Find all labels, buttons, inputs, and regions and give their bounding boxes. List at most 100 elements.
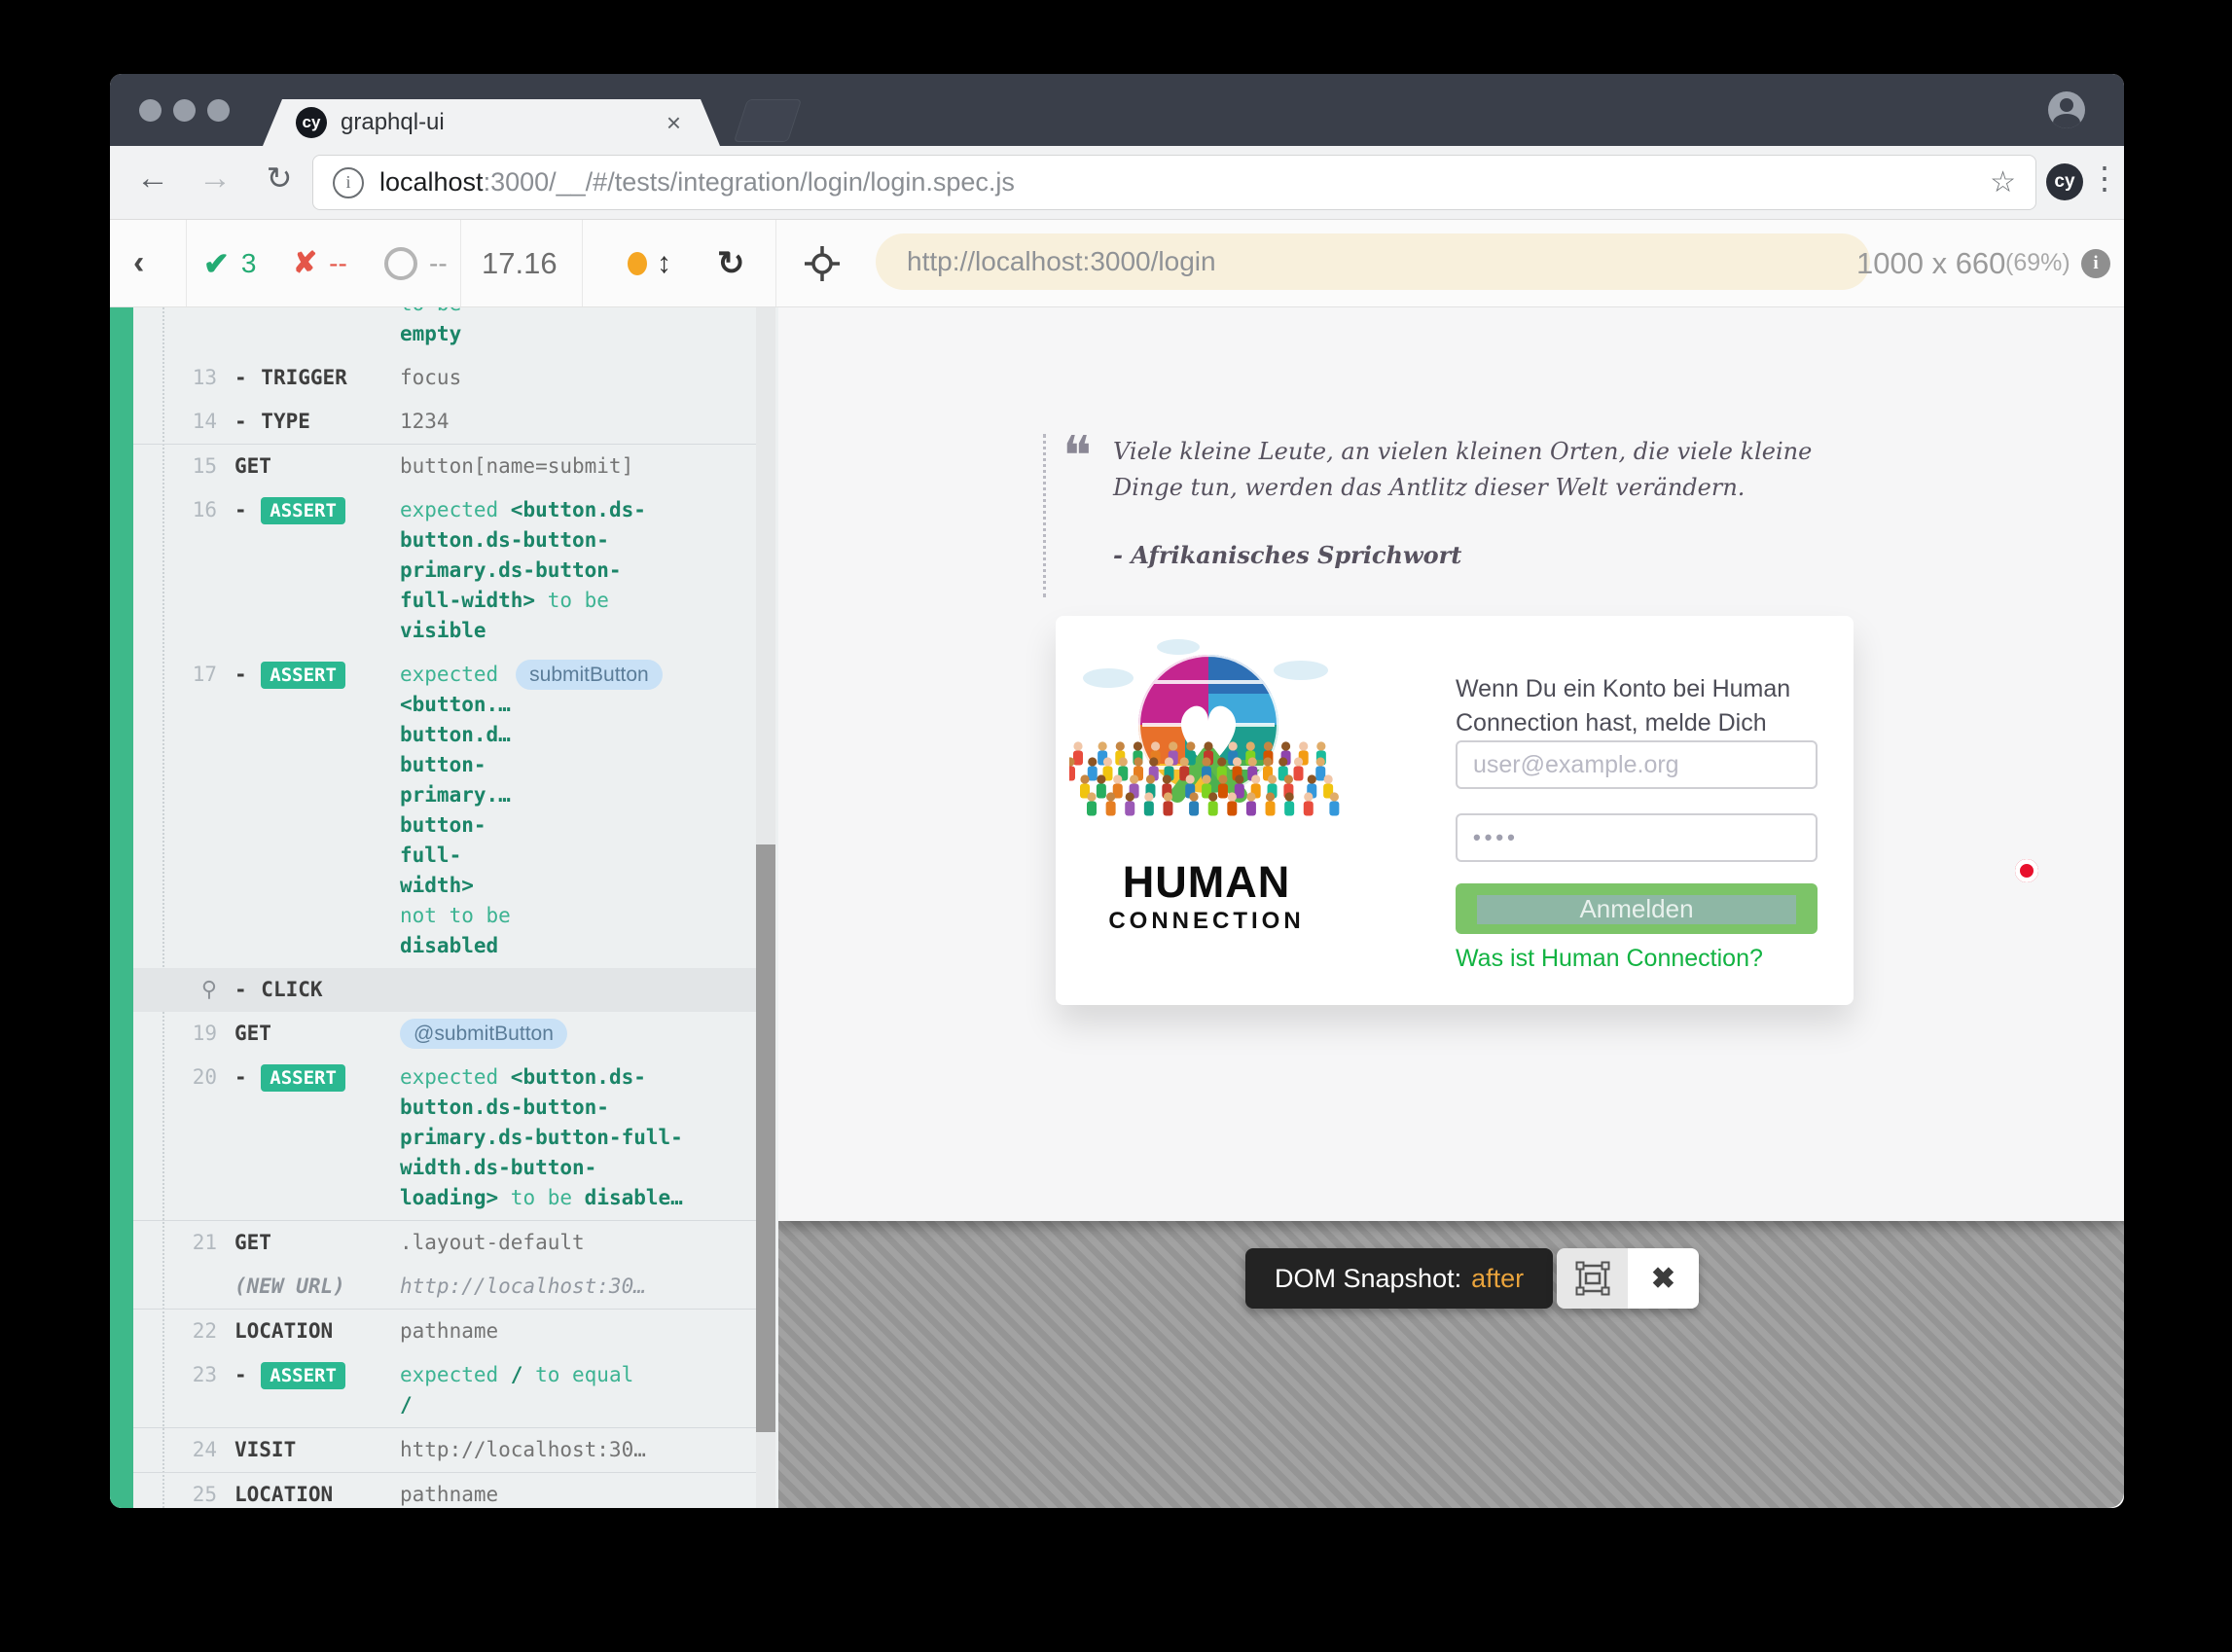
log-message: button[name=submit] [400,451,756,482]
quote-author: - Afrikanisches Sprichwort [1113,541,1461,569]
log-message-part: pathname [400,1319,498,1343]
alias-pill[interactable]: submitButton [516,660,663,690]
bookmark-star-icon[interactable]: ☆ [1990,165,2016,199]
log-command: GET [234,1228,400,1258]
quote-dotted-border [1043,434,1046,597]
snapshot-state: after [1471,1264,1524,1294]
app-url-field[interactable]: http://localhost:3000/login [876,233,1870,290]
app-preview-region: ❝ Viele kleine Leute, an vielen kleinen … [778,307,2124,1508]
log-command: LOCATION [234,1316,400,1347]
log-message-part: visible [400,619,486,642]
log-message-part: full-width> [400,589,535,612]
log-row[interactable]: 23- ASSERTexpected / to equal/ [133,1353,756,1428]
log-row[interactable]: 21GET.layout-default [133,1221,756,1265]
log-row[interactable]: (NEW URL)http://localhost:30… [133,1265,756,1310]
browser-menu-icon[interactable]: ⋮ [2089,160,2116,197]
log-row-number: 13 [133,363,234,393]
log-command: - ASSERT [234,1360,400,1390]
traffic-light-zoom[interactable] [207,99,230,122]
assert-badge: ASSERT [261,662,345,689]
log-row[interactable]: 14- TYPE1234 [133,400,756,445]
login-form: Wenn Du ein Konto bei Human Connection h… [1456,616,1818,1005]
log-message-part: not to be [400,904,511,927]
log-message-part: primary.… [400,783,511,807]
selector-playground-icon[interactable] [803,220,842,306]
collapse-panel-icon[interactable]: ‹ [133,220,144,306]
log-row[interactable]: ⚲- CLICK [133,968,756,1012]
log-command: - ASSERT [234,1062,400,1093]
password-input[interactable] [1456,813,1818,862]
rerun-tests-icon[interactable]: ↻ [717,220,745,306]
log-message-part: <button.ds- [511,1065,646,1089]
snapshot-label: DOM Snapshot: [1275,1264,1461,1294]
log-row[interactable]: 19GET@submitButton [133,1012,756,1056]
snapshot-close-button[interactable]: ✖ [1628,1248,1699,1309]
quote-text: Viele kleine Leute, an vielen kleinen Or… [1113,434,1841,506]
close-tab-icon[interactable]: × [661,108,687,137]
cypress-extension-icon[interactable]: cy [2046,163,2083,200]
log-message-part: button- [400,753,486,776]
browser-tab[interactable]: cy graphql-ui × [263,99,720,146]
log-row-number: 16 [133,495,234,525]
browser-reload-icon[interactable]: ↻ [258,160,301,197]
log-message-part: <button.ds- [511,498,646,521]
page-info-icon[interactable]: i [333,167,364,198]
log-message-part: expected [400,1363,511,1386]
log-message-part: width.ds-button- [400,1156,596,1179]
traffic-light-close[interactable] [139,99,162,122]
app-iframe: ❝ Viele kleine Leute, an vielen kleinen … [778,307,2124,1221]
scroll-arrow-icon: ↕ [657,247,671,280]
log-row-number: 25 [133,1480,234,1508]
log-row[interactable]: 22LOCATIONpathname [133,1310,756,1353]
alias-pill[interactable]: @submitButton [400,1019,567,1049]
browser-titlebar: cy graphql-ui × [110,74,2124,146]
log-row[interactable]: 16- ASSERTexpected <button.ds-button.ds-… [133,488,756,653]
back-icon[interactable]: ← [131,160,174,198]
viewport-size: 1000 x 660 [1856,220,2005,306]
new-tab-button[interactable] [734,99,802,142]
traffic-light-minimize[interactable] [173,99,196,122]
log-row[interactable]: 20- ASSERTexpected <button.ds-button.ds-… [133,1056,756,1221]
screenshot-canvas: cy graphql-ui × ← → ↻ i localhost:3000/_… [0,0,2232,1652]
human-connection-logo [1069,631,1348,851]
log-row-number: 20 [133,1062,234,1093]
submit-button[interactable]: Anmelden [1456,883,1818,934]
log-message-part: to be [400,307,461,315]
log-row[interactable]: 15GETbutton[name=submit] [133,445,756,488]
login-card: HUMAN CONNECTION Wenn Du ein Konto bei H… [1056,616,1854,1005]
cross-icon: ✘ [293,246,317,280]
viewport-info-icon[interactable]: i [2081,220,2110,306]
test-duration: 17.16 [482,220,558,306]
log-row[interactable]: to be empty [133,307,756,356]
log-message-part: to equal [522,1363,633,1386]
log-message: @submitButton [400,1019,756,1049]
log-row-number: 14 [133,407,234,437]
address-bar[interactable]: i localhost:3000/__/#/tests/integration/… [312,155,2036,210]
profile-avatar-icon[interactable] [2048,91,2085,128]
email-input[interactable] [1456,740,1818,789]
log-message: expected <button.ds-button.ds-button-pri… [400,1062,756,1213]
log-message-part: disabled [400,934,498,957]
submit-button-label: Anmelden [1456,883,1818,934]
cypress-toolbar: ‹ ✔3 ✘-- -- 17.16 ↕ ↻ http://localhost:3… [110,220,2124,307]
autoscroll-control[interactable]: ↕ [628,220,671,306]
log-row[interactable]: 24VISIThttp://localhost:30… [133,1428,756,1473]
snapshot-highlight-button[interactable] [1557,1248,1628,1309]
log-message-part: to be [535,589,609,612]
log-row[interactable]: 25LOCATIONpathname [133,1473,756,1508]
log-message: pathname [400,1480,756,1508]
what-is-link[interactable]: Was ist Human Connection? [1456,945,1763,973]
log-message-part: http://localhost:30… [400,1275,646,1298]
log-message-part: empty [400,322,461,345]
assert-badge: ASSERT [261,1362,345,1389]
log-message-part: expected [400,663,498,686]
log-command: - TYPE [234,407,400,437]
log-scrollbar-thumb[interactable] [756,844,775,1432]
forward-icon: → [194,160,236,198]
command-log-panel: to be empty 13- TRIGGERfocus14- TYPE123415… [110,307,778,1508]
log-row[interactable]: 17- ASSERTexpectedsubmitButton<button.…b… [133,653,756,968]
log-row-number: 21 [133,1228,234,1258]
tests-pending-stat: -- [384,220,448,306]
log-row[interactable]: 13- TRIGGERfocus [133,356,756,400]
orange-dot-icon [628,252,647,275]
